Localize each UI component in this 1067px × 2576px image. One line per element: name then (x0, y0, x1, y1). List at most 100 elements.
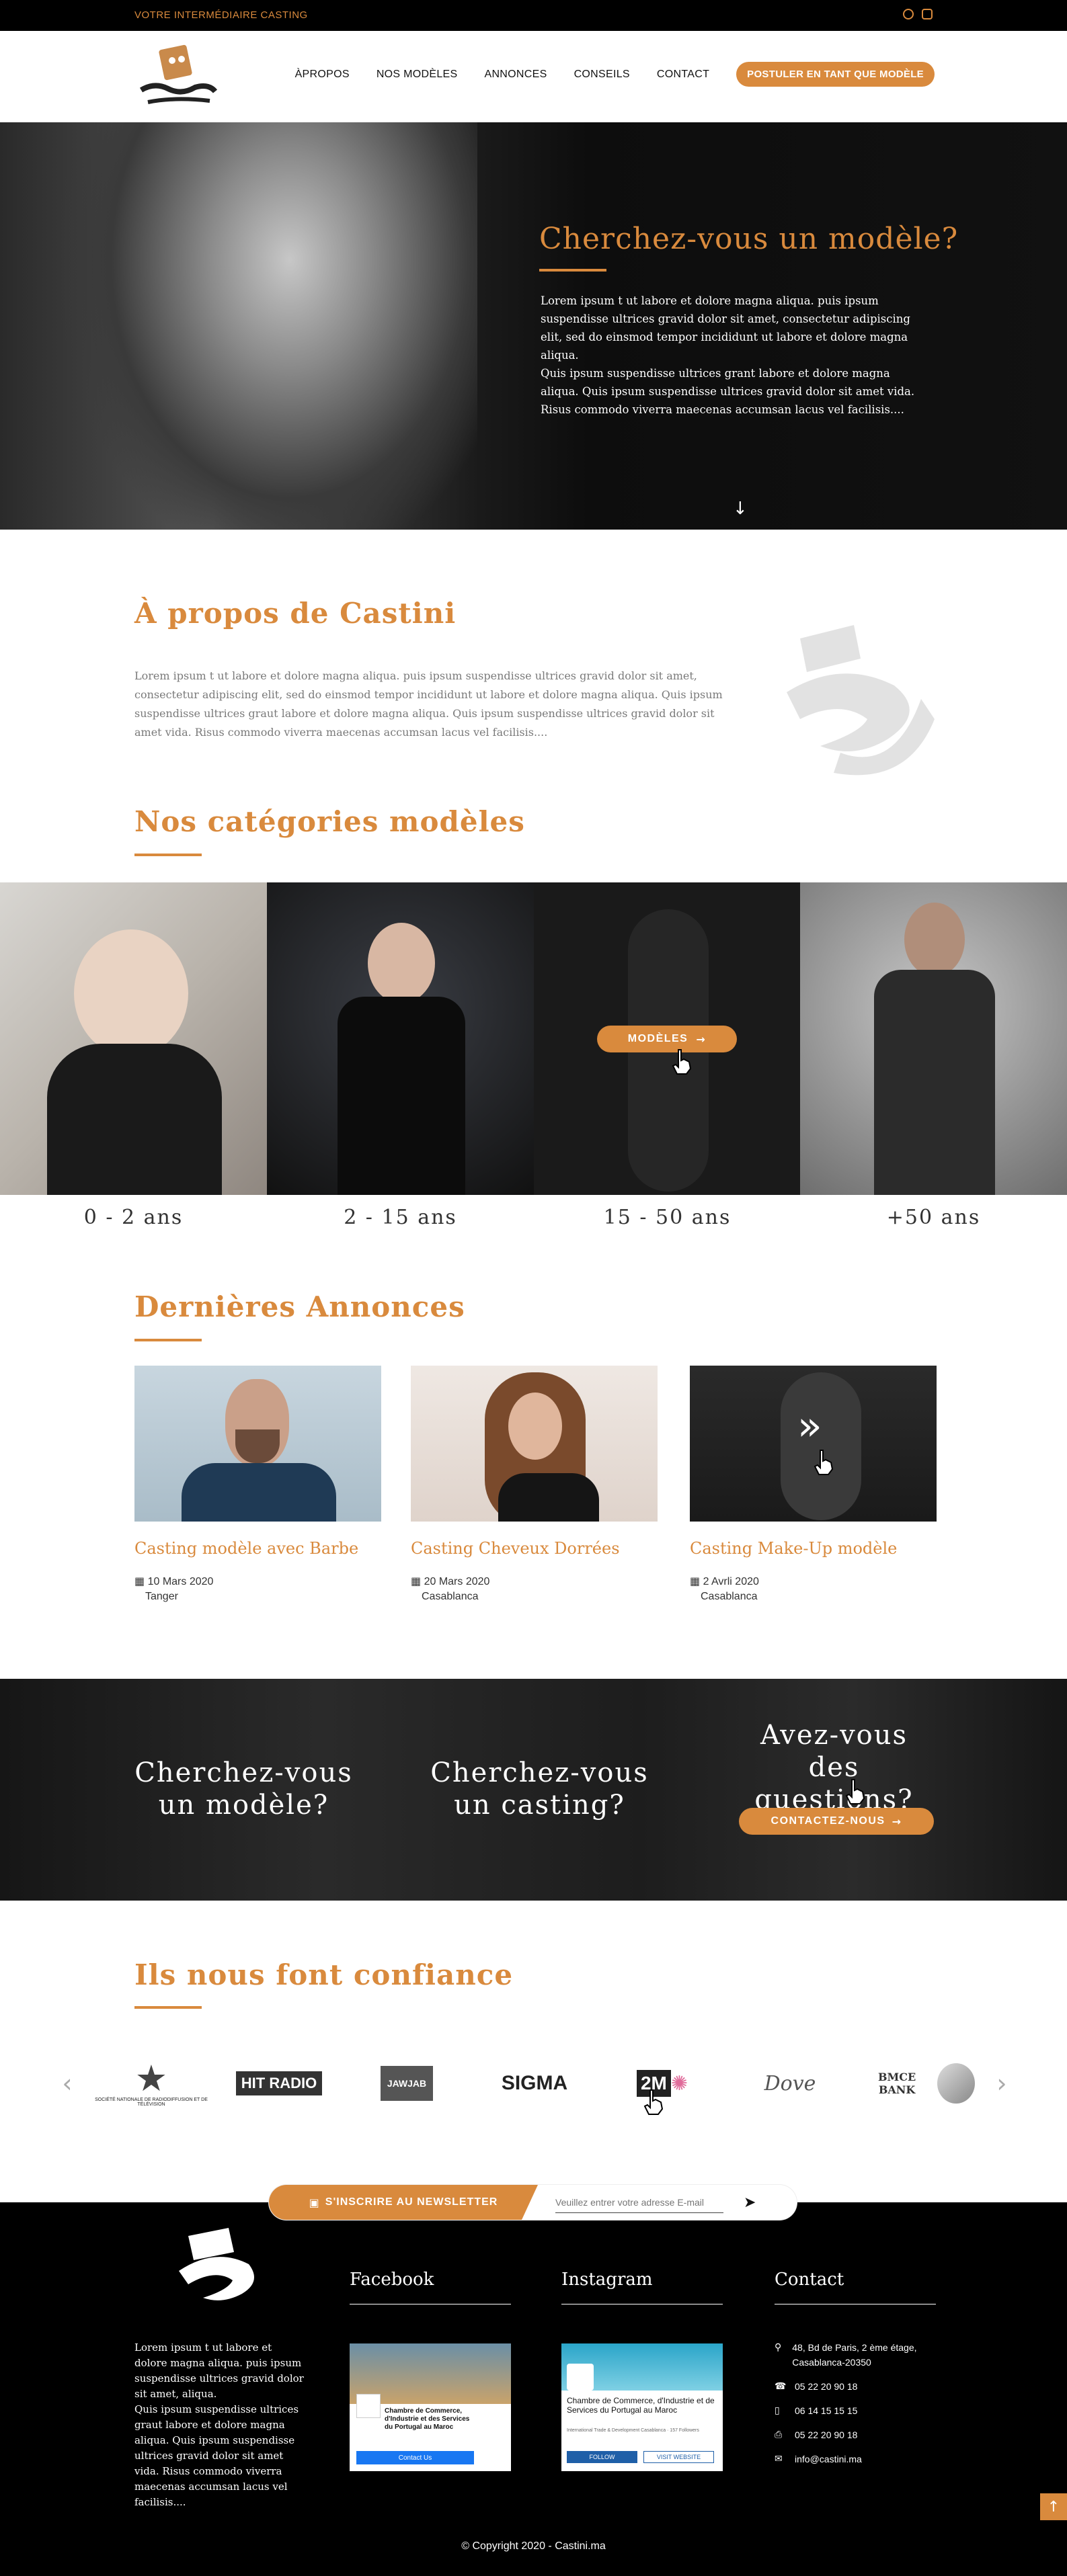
calendar-icon: ▦ (134, 1575, 145, 1587)
castini-logo[interactable] (134, 43, 222, 110)
category-label-2-15: 2 - 15 ans (344, 1206, 457, 1229)
mobile-icon: ▯ (775, 2405, 780, 2416)
newsletter-label-box: ▣ S'INSCRIRE AU NEWSLETTER (269, 2185, 538, 2220)
about-title: À propos de Castini (134, 597, 457, 630)
category-label-15-50: 15 - 50 ans (603, 1206, 732, 1229)
hand-cursor-icon (643, 2089, 664, 2115)
page-avatar (356, 2394, 381, 2418)
annonce-image[interactable] (134, 1366, 381, 1522)
hero-image (61, 122, 477, 530)
castini-watermark-logo (787, 625, 935, 776)
ig-page-name: Chambre de Commerce, d'Industrie et de S… (567, 2396, 715, 2415)
footer-instagram-title: Instagram (561, 2270, 653, 2290)
top-bar: VOTRE INTERMÉDIAIRE CASTING (0, 0, 1067, 31)
about-text: Lorem ipsum t ut labore et dolore magna … (134, 669, 723, 739)
annonce-title[interactable]: Casting modèle avec Barbe (134, 1539, 381, 1558)
categories-divider (134, 854, 202, 856)
facebook-widget[interactable]: Chambre de Commerce, d'Industrie et des … (350, 2343, 511, 2471)
annonce-date: 2 Avrli 2020 (703, 1576, 759, 1587)
location-icon: ⚲ (775, 2342, 782, 2353)
fax-icon: ⎙ (775, 2429, 783, 2440)
annonce-image[interactable]: » (690, 1366, 937, 1522)
nav-contact[interactable]: CONTACT (657, 69, 709, 81)
contact-us-button[interactable]: CONTACTEZ-NOUS → (739, 1808, 934, 1835)
arrow-right-icon: → (696, 1032, 707, 1046)
site-footer: Lorem ipsum t ut labore et dolore magna … (0, 2202, 1067, 2576)
postuler-button[interactable]: POSTULER EN TANT QUE MODÈLE (736, 62, 935, 87)
instagram-widget[interactable]: Chambre de Commerce, d'Industrie et de S… (561, 2343, 723, 2471)
cta-search-model[interactable]: Cherchez-vous un modèle? (134, 1757, 353, 1821)
cta-search-casting[interactable]: Cherchez-vous un casting? (430, 1757, 649, 1821)
tagline: VOTRE INTERMÉDIAIRE CASTING (134, 9, 308, 21)
category-grid (0, 882, 1067, 1195)
partner-snrt-logo[interactable]: ★ SOCIÉTÉ NATIONALE DE RADIODIFFUSION ET… (94, 2053, 208, 2114)
phone-icon: ☎ (775, 2381, 787, 2392)
main-nav: ÀPROPOS NOS MODÈLES ANNONCES CONSEILS CO… (295, 62, 935, 87)
instagram-icon[interactable] (922, 9, 933, 19)
category-card-baby[interactable] (0, 882, 267, 1195)
hero-section: Cherchez-vous un modèle? Lorem ipsum t u… (0, 122, 1067, 530)
hand-cursor-icon (672, 1049, 692, 1075)
trust-divider (134, 2006, 202, 2009)
trust-title: Ils nous font confiance (134, 1958, 514, 1991)
hero-divider (539, 269, 606, 272)
annonce-title[interactable]: Casting Cheveux Dorrées (411, 1539, 658, 1558)
ig-visit-button[interactable]: VISIT WEBSITE (643, 2451, 714, 2463)
bmce-emblem-icon (937, 2063, 975, 2104)
nav-annonces[interactable]: ANNONCES (484, 69, 547, 81)
partner-hitradio-logo[interactable]: HIT RADIO (222, 2053, 336, 2114)
annonce-card[interactable]: Casting Cheveux Dorrées ▦ 20 Mars 2020 C… (411, 1366, 658, 1604)
nav-apropos[interactable]: ÀPROPOS (295, 69, 350, 81)
partners-carousel: ‹ ★ SOCIÉTÉ NATIONALE DE RADIODIFFUSION … (47, 2046, 1022, 2120)
ig-page-subtitle: International Trade & Development Casabl… (567, 2428, 699, 2433)
facebook-icon[interactable] (903, 9, 914, 19)
calendar-icon: ▦ (690, 1575, 701, 1587)
star-icon: ✺ (670, 2071, 688, 2095)
annonce-city: Casablanca (701, 1591, 758, 1602)
arrow-up-icon: ↑ (1047, 2498, 1060, 2516)
annonce-city: Casablanca (422, 1591, 479, 1602)
contact-mobile[interactable]: 06 14 15 15 15 (795, 2403, 857, 2418)
annonce-card[interactable]: Casting modèle avec Barbe ▦ 10 Mars 2020… (134, 1366, 381, 1604)
email-icon: ✉ (775, 2454, 783, 2464)
models-button[interactable]: MODÈLES → (597, 1026, 737, 1052)
category-label-0-2: 0 - 2 ans (83, 1206, 184, 1229)
hand-cursor-icon (845, 1779, 865, 1804)
contact-email[interactable]: info@castini.ma (795, 2452, 862, 2466)
newsletter-bar: ▣ S'INSCRIRE AU NEWSLETTER ➤ (269, 2185, 797, 2220)
annonce-city: Tanger (145, 1591, 178, 1602)
copyright: © Copyright 2020 - Castini.ma (461, 2540, 606, 2552)
contact-phone[interactable]: 05 22 20 90 18 (795, 2379, 857, 2394)
footer-facebook-title: Facebook (350, 2270, 434, 2290)
newsletter-email-input[interactable] (555, 2192, 723, 2213)
partner-dove-logo[interactable]: Dove (733, 2053, 847, 2114)
carousel-next-icon[interactable]: › (982, 2069, 1022, 2098)
contact-list: ⚲ 48, Bd de Paris, 2 ème étage, Casablanc… (775, 2340, 936, 2476)
ig-follow-button[interactable]: FOLLOW (567, 2451, 637, 2463)
nav-nos-modeles[interactable]: NOS MODÈLES (377, 69, 458, 81)
annonce-image[interactable] (411, 1366, 658, 1522)
footer-logo[interactable] (168, 2227, 262, 2307)
annonces-title: Dernières Annonces (134, 1290, 465, 1323)
chevrons-right-icon[interactable]: » (797, 1406, 838, 1446)
partner-bmce-logo[interactable]: BMCE BANK (861, 2053, 975, 2114)
partner-snrt-text: SOCIÉTÉ NATIONALE DE RADIODIFFUSION ET D… (95, 2097, 208, 2107)
categories-title: Nos catégories modèles (134, 805, 525, 838)
annonce-title[interactable]: Casting Make-Up modèle (690, 1539, 937, 1558)
back-to-top-button[interactable]: ↑ (1040, 2493, 1067, 2520)
annonces-divider (134, 1339, 202, 1341)
fb-contact-button[interactable]: Contact Us (356, 2451, 474, 2464)
page-avatar (567, 2364, 594, 2391)
footer-contact-title: Contact (775, 2270, 844, 2290)
partner-jawjab-logo[interactable]: JAWJAB (350, 2053, 464, 2114)
partner-sigma-logo[interactable]: SIGMA (477, 2053, 592, 2114)
scroll-down-icon[interactable]: ↓ (733, 499, 750, 519)
carousel-prev-icon[interactable]: ‹ (47, 2069, 87, 2098)
nav-conseils[interactable]: CONSEILS (574, 69, 630, 81)
annonce-date: 20 Mars 2020 (424, 1576, 490, 1587)
category-card-girl[interactable] (266, 882, 534, 1195)
category-card-man[interactable] (800, 882, 1067, 1195)
send-icon[interactable]: ➤ (744, 2185, 756, 2220)
site-header: ÀPROPOS NOS MODÈLES ANNONCES CONSEILS CO… (0, 31, 1067, 122)
annonce-card[interactable]: » Casting Make-Up modèle ▦ 2 Avrli 2020 … (690, 1366, 937, 1604)
